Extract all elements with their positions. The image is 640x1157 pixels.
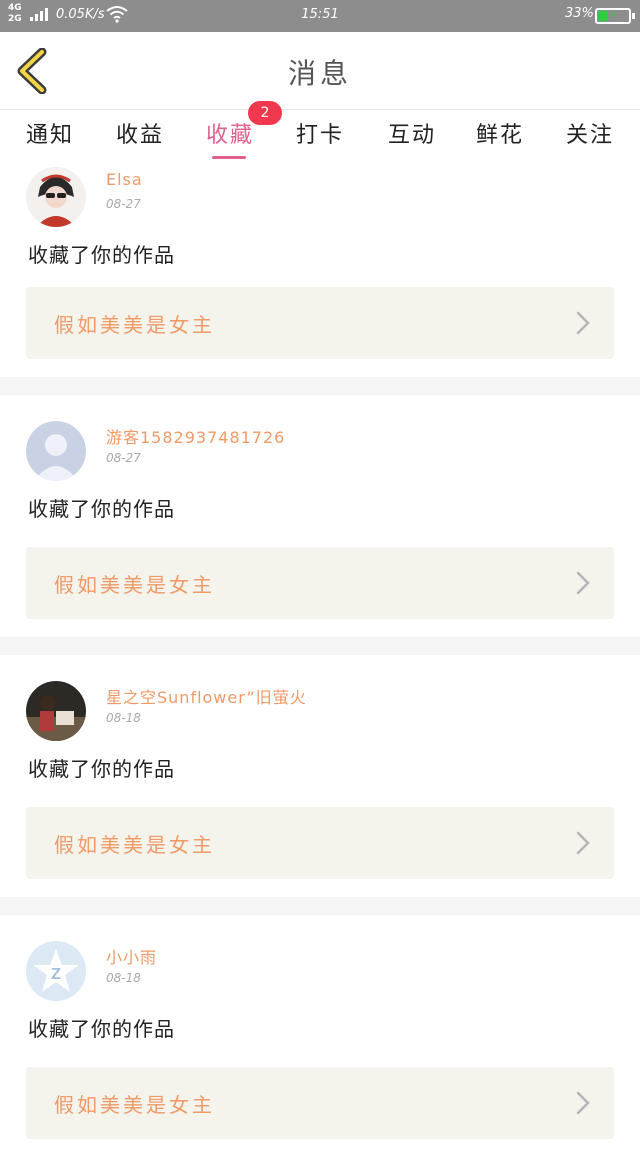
list-item: 游客15829374817​26 08-27 收藏了你的作品 假如美美是女主 [0,395,640,637]
timestamp: 08-27 [106,197,141,211]
work-link[interactable]: 假如美美是女主 [26,807,614,879]
work-link[interactable]: 假如美美是女主 [26,1067,614,1139]
divider [0,637,640,655]
work-title: 假如美美是女主 [54,1093,215,1117]
list-item: Z 小小雨 08-18 收藏了你的作品 假如美美是女主 [0,915,640,1157]
work-title: 假如美美是女主 [54,573,215,597]
tab-bar: 通知 收益 收藏 2 打卡 互动 鲜花 关注 [0,101,640,159]
username[interactable]: 游客15829374817​26 [106,424,285,448]
user-photo-avatar-icon [26,167,86,227]
divider [0,377,640,395]
divider [0,897,640,915]
clock: 15:51 [301,7,339,22]
list-item: 星之空Sunflower”旧萤火 08-18 收藏了你的作品 假如美美是女主 [0,655,640,897]
tab-earnings[interactable]: 收益 [116,117,164,149]
chevron-right-icon [576,311,590,335]
header-bar: 消息 [0,32,640,110]
qzone-avatar-icon: Z [26,941,86,1001]
timestamp: 08-18 [106,711,141,725]
chevron-right-icon [576,831,590,855]
tab-favorites-label: 收藏 [206,123,255,148]
avatar[interactable] [26,167,86,227]
status-bar: 4G 2G 0.05K/s 15:51 33% ⚡ [0,0,640,32]
list-item: Elsa 08-27 收藏了你的作品 假如美美是女主 [0,159,640,377]
activity-text: 收藏了你的作品 [28,497,175,521]
page-title: 消息 [287,57,352,90]
avatar[interactable]: Z [26,941,86,1001]
work-link[interactable]: 假如美美是女主 [26,287,614,359]
tab-favorites[interactable]: 收藏 [206,117,254,149]
avatar[interactable] [26,681,86,741]
activity-text: 收藏了你的作品 [28,757,175,781]
username[interactable]: Elsa [106,170,143,189]
avatar[interactable] [26,421,86,481]
battery-icon: ⚡ [595,8,635,24]
message-list: Elsa 08-27 收藏了你的作品 假如美美是女主 游客15829374817… [0,159,640,1157]
work-link[interactable]: 假如美美是女主 [26,547,614,619]
svg-text:Z: Z [51,966,61,983]
tab-following[interactable]: 关注 [566,117,614,149]
activity-text: 收藏了你的作品 [28,243,175,267]
timestamp: 08-18 [106,971,141,985]
charging-icon: ⚡ [609,8,618,22]
activity-text: 收藏了你的作品 [28,1017,175,1041]
chevron-right-icon [576,1091,590,1115]
battery-percent: 33% [565,6,594,21]
user-photo-avatar-icon [26,681,86,741]
chevron-right-icon [576,571,590,595]
battery-fill [598,11,608,21]
default-user-avatar-icon [26,421,86,481]
favorites-count-badge: 2 [248,101,282,125]
timestamp: 08-27 [106,451,141,465]
work-title: 假如美美是女主 [54,833,215,857]
tab-interaction[interactable]: 互动 [388,117,436,149]
tab-checkin[interactable]: 打卡 [296,117,344,149]
tab-notifications[interactable]: 通知 [26,117,74,149]
username[interactable]: 小小雨 [106,944,157,968]
username[interactable]: 星之空Sunflower”旧萤火 [106,684,307,708]
work-title: 假如美美是女主 [54,313,215,337]
tab-flowers[interactable]: 鲜花 [476,117,524,149]
